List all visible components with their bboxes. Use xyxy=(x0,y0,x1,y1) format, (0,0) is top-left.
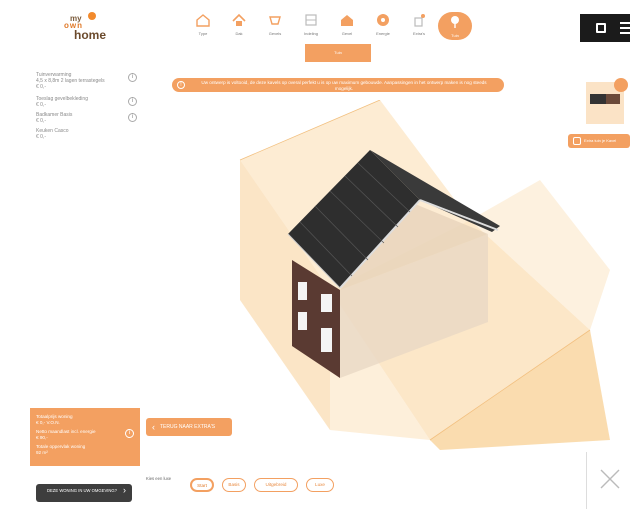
nav-item-type[interactable]: Type xyxy=(186,10,220,42)
completion-notice: ! Uw ontwerp is voltooid, de deze kavels… xyxy=(172,78,504,92)
list-item: Keuken Casco € 0,- xyxy=(36,128,69,140)
house-3d-viewport[interactable] xyxy=(140,100,630,460)
tree-icon xyxy=(451,16,459,28)
window xyxy=(298,282,307,300)
tab-tuin[interactable]: Tuin xyxy=(305,44,371,62)
minimap-thumbnail[interactable] xyxy=(586,78,628,124)
chevron-right-icon: › xyxy=(123,485,126,495)
logo-line-3: home xyxy=(74,28,107,42)
info-icon: ! xyxy=(177,81,185,89)
info-icon[interactable]: i xyxy=(128,73,137,82)
window xyxy=(321,294,332,312)
close-icon xyxy=(600,469,620,489)
save-icon[interactable] xyxy=(596,23,606,33)
list-item: Tuinverwarming 4,5 x 8,8m 2 lagen terras… xyxy=(36,72,142,90)
plus-icon xyxy=(573,137,581,145)
minimap-wall xyxy=(606,94,620,104)
list-item: Badkamer Basis € 0,- i xyxy=(36,112,142,124)
window xyxy=(321,328,332,352)
selected-options-list: Tuinverwarming 4,5 x 8,8m 2 lagen terras… xyxy=(36,72,142,144)
roof-icon xyxy=(232,13,246,26)
info-icon[interactable]: i xyxy=(128,113,137,122)
myownhome-logo[interactable]: my own home xyxy=(62,12,118,42)
nav-item-extras[interactable]: Extra's xyxy=(402,10,436,42)
level-option-start[interactable]: Start xyxy=(190,478,214,492)
logo-dot xyxy=(88,12,96,20)
summary-row: Totale oppervlak woning 92 m² xyxy=(36,444,86,455)
summary-row: Totaalprijs woning € 0,- V.O.N. xyxy=(36,414,73,425)
close-panel[interactable] xyxy=(586,452,630,509)
nav-item-gevel[interactable]: Gevel xyxy=(330,10,364,42)
house-in-neighborhood-button[interactable]: DEZE WONING IN UW OMGEVING? › xyxy=(36,484,132,502)
level-label: Kies een luxe xyxy=(146,476,172,481)
bottom-bar: DEZE WONING IN UW OMGEVING? › Kies een l… xyxy=(0,468,630,509)
nav-item-gevels[interactable]: Gevels xyxy=(258,10,292,42)
header-actions xyxy=(580,14,630,42)
level-option-basis[interactable]: Basis xyxy=(222,478,246,492)
top-header: my own home Type Dak Gevels Indeling Gev… xyxy=(0,0,630,44)
notice-text: Uw ontwerp is voltooid, de deze kavels o… xyxy=(201,80,487,91)
facade-icon xyxy=(269,16,281,25)
energy-icon xyxy=(377,14,389,26)
nav-item-dak[interactable]: Dak xyxy=(222,10,256,42)
list-item: Toeslag gevelbekleding € 0,- i xyxy=(36,96,142,108)
extras-icon xyxy=(414,14,425,27)
price-summary-panel: Totaalprijs woning € 0,- V.O.N. Netto ma… xyxy=(30,408,140,466)
add-to-plot-button[interactable]: Extra tuin je Kavel xyxy=(568,134,630,148)
level-option-luxe[interactable]: Luxe xyxy=(306,478,334,492)
nav-item-indeling[interactable]: Indeling xyxy=(294,10,328,42)
house-filled-icon xyxy=(341,15,353,26)
summary-row: Netto maandlast incl. energie € 90,- i xyxy=(36,429,134,440)
house-outline-icon xyxy=(196,14,210,27)
nav-item-tuin[interactable]: Tuin xyxy=(438,12,472,40)
info-icon[interactable]: i xyxy=(125,429,134,439)
floorplan-icon xyxy=(305,14,317,26)
back-to-extras-button[interactable]: ‹ TERUG NAAR EXTRA'S xyxy=(146,418,232,436)
app-window: my own home Type Dak Gevels Indeling Gev… xyxy=(0,0,630,509)
nav-item-energie[interactable]: Energie xyxy=(366,10,400,42)
level-option-uitgebreid[interactable]: Uitgebreid xyxy=(254,478,298,492)
window xyxy=(298,312,307,330)
info-icon[interactable]: i xyxy=(128,97,137,106)
menu-icon[interactable] xyxy=(620,22,630,34)
zoom-icon[interactable] xyxy=(614,78,628,92)
chevron-left-icon: ‹ xyxy=(152,422,155,432)
